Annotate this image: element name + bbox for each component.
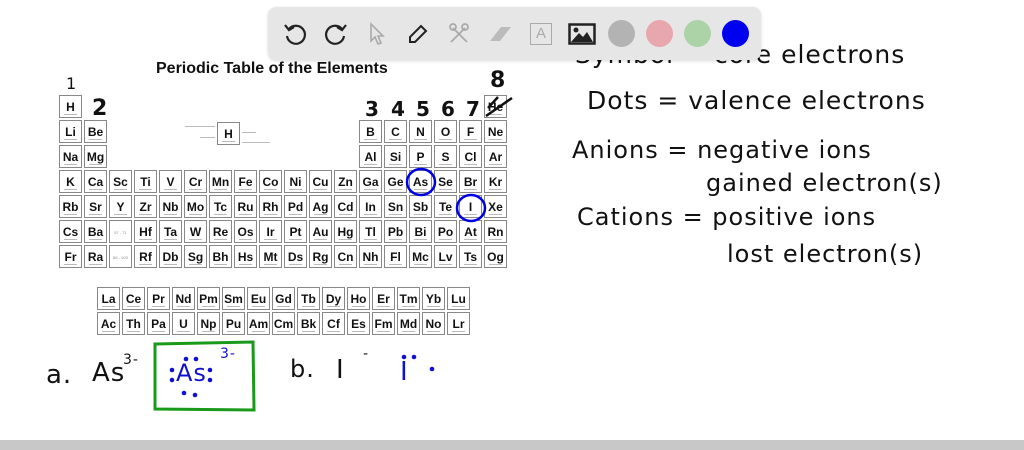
iodine-circle [455, 193, 487, 223]
undo-icon[interactable] [280, 19, 310, 49]
horizontal-scrollbar[interactable] [0, 440, 1024, 450]
drawing-toolbar: A [268, 7, 761, 60]
color-blue[interactable] [722, 20, 749, 47]
redo-icon[interactable] [321, 19, 351, 49]
answer-box [153, 340, 256, 412]
text-tool-glyph: A [530, 22, 552, 45]
tools-icon[interactable] [444, 19, 474, 49]
color-gray[interactable] [608, 20, 635, 47]
image-icon[interactable] [567, 19, 597, 49]
eraser-icon[interactable] [485, 19, 515, 49]
select-icon[interactable] [362, 19, 392, 49]
color-green[interactable] [684, 20, 711, 47]
he-strike-mark [485, 96, 513, 118]
as-circle [405, 167, 437, 197]
color-pink[interactable] [646, 20, 673, 47]
lewis-dots-as [169, 354, 435, 398]
text-icon[interactable]: A [526, 19, 556, 49]
pen-icon[interactable] [403, 19, 433, 49]
ink-layer [153, 96, 513, 412]
